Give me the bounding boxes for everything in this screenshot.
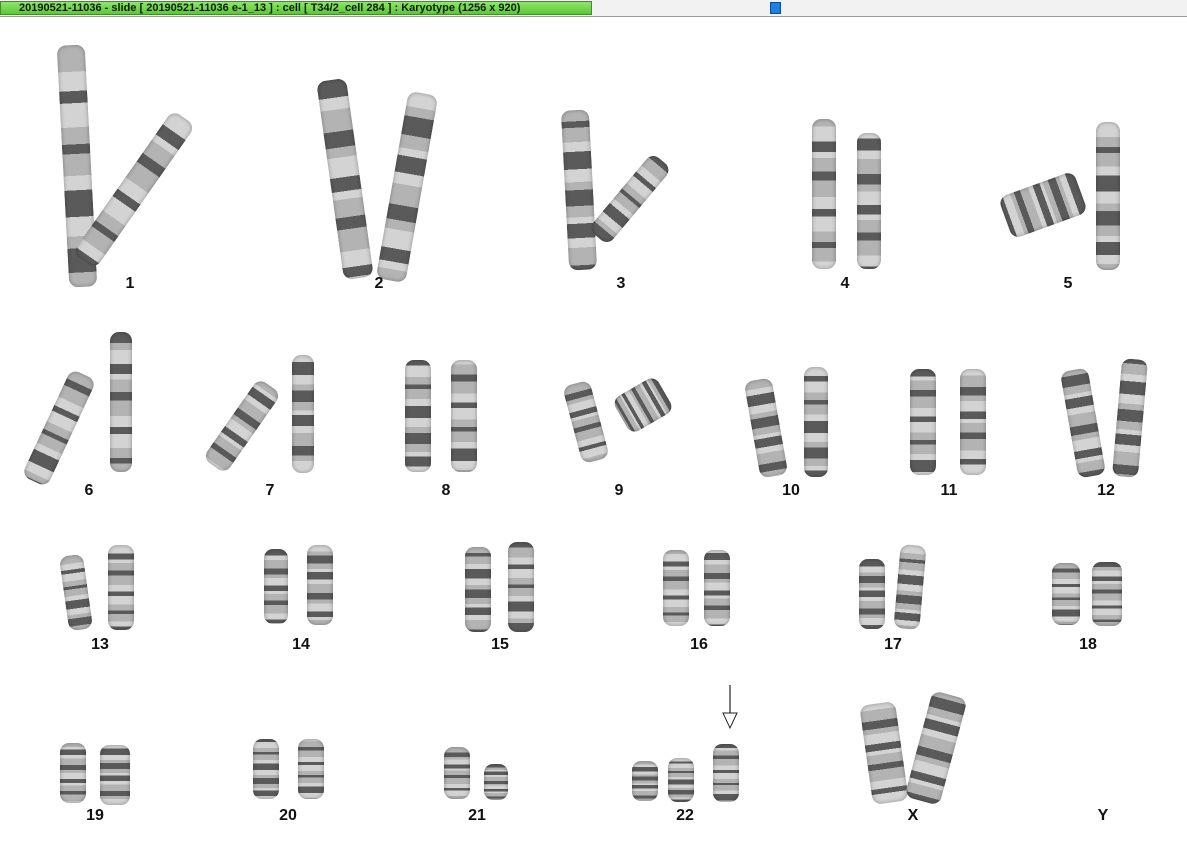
chromosome[interactable] — [663, 550, 689, 626]
chromosome-label-22: 22 — [676, 807, 694, 824]
chromosome-label-8: 8 — [441, 482, 451, 499]
chromosome[interactable] — [307, 545, 333, 625]
chromosome-label-3: 3 — [616, 275, 626, 292]
chromosome[interactable] — [859, 559, 885, 629]
chromosome[interactable] — [465, 547, 491, 632]
chromosome[interactable] — [560, 109, 598, 271]
chromosome[interactable] — [587, 152, 673, 246]
chromosome[interactable] — [484, 764, 508, 800]
chromosome-label-17: 17 — [884, 636, 902, 653]
chromosome[interactable] — [110, 332, 132, 472]
chromosome[interactable] — [202, 377, 282, 475]
chromosome[interactable] — [298, 739, 324, 799]
chromosome-label-20: 20 — [279, 807, 297, 824]
chromosome[interactable] — [444, 747, 470, 799]
chromosome-label-12: 12 — [1097, 482, 1115, 499]
chromosome[interactable] — [1052, 563, 1080, 625]
chromosome[interactable] — [292, 355, 314, 473]
chromosome[interactable] — [60, 743, 86, 803]
chromosome[interactable] — [508, 542, 534, 632]
chromosome[interactable] — [375, 90, 439, 284]
chromosome[interactable] — [58, 553, 94, 632]
chromosome-label-16: 16 — [690, 636, 708, 653]
window-titlebar: 20190521-11036 - slide [ 20190521-11036 … — [0, 0, 1187, 17]
chromosome[interactable] — [1096, 122, 1120, 270]
chromosome-label-18: 18 — [1079, 636, 1097, 653]
arrow-down-icon — [722, 685, 738, 730]
chromosome-label-9: 9 — [614, 482, 624, 499]
window-title[interactable]: 20190521-11036 - slide [ 20190521-11036 … — [0, 1, 592, 15]
chromosome[interactable] — [253, 739, 279, 799]
chromosome[interactable] — [108, 545, 134, 630]
chromosome-label-y: Y — [1097, 807, 1109, 824]
chromosome[interactable] — [910, 369, 936, 475]
chromosome[interactable] — [904, 690, 968, 806]
karyotype-canvas: 1 2 3 4 5 6 7 8 9 10 11 12 13 14 15 16 17 18 19 20 21 22 X Y — [0, 17, 1187, 845]
chromosome[interactable] — [893, 544, 927, 630]
chromosome[interactable] — [743, 377, 789, 479]
chromosome-label-6: 6 — [84, 482, 94, 499]
chromosome-label-21: 21 — [468, 807, 486, 824]
chromosome[interactable] — [100, 745, 130, 805]
chromosome-label-14: 14 — [292, 636, 310, 653]
chromosome[interactable] — [668, 758, 694, 802]
chromosome[interactable] — [632, 761, 658, 801]
chromosome[interactable] — [960, 369, 986, 475]
chromosome[interactable] — [405, 360, 431, 472]
chromosome[interactable] — [859, 700, 909, 806]
chromosome[interactable] — [1059, 367, 1107, 479]
chromosome[interactable] — [451, 360, 477, 472]
chromosome[interactable] — [997, 170, 1089, 240]
chromosome[interactable] — [812, 119, 836, 269]
chromosome[interactable] — [713, 744, 739, 802]
chromosome[interactable] — [804, 367, 828, 477]
chromosome[interactable] — [1092, 562, 1122, 626]
chromosome-label-11: 11 — [940, 482, 958, 499]
chromosome[interactable] — [264, 549, 288, 624]
chromosome[interactable] — [316, 77, 374, 281]
chromosome-label-15: 15 — [491, 636, 509, 653]
chromosome-label-19: 19 — [86, 807, 104, 824]
chromosome[interactable] — [1111, 358, 1149, 478]
chromosome-label-7: 7 — [265, 482, 275, 499]
chromosome-label-5: 5 — [1063, 275, 1073, 292]
chromosome-label-10: 10 — [782, 482, 800, 499]
chromosome-label-x: X — [907, 807, 919, 824]
scroll-position-marker[interactable] — [770, 2, 781, 14]
chromosome[interactable] — [704, 550, 730, 626]
chromosome-label-1: 1 — [125, 275, 135, 292]
chromosome[interactable] — [857, 133, 881, 269]
chromosome-label-2: 2 — [374, 275, 384, 292]
chromosome-label-4: 4 — [840, 275, 850, 292]
chromosome[interactable] — [21, 368, 97, 488]
chromosome[interactable] — [562, 379, 610, 465]
chromosome[interactable] — [611, 375, 675, 435]
chromosome-label-13: 13 — [91, 636, 109, 653]
